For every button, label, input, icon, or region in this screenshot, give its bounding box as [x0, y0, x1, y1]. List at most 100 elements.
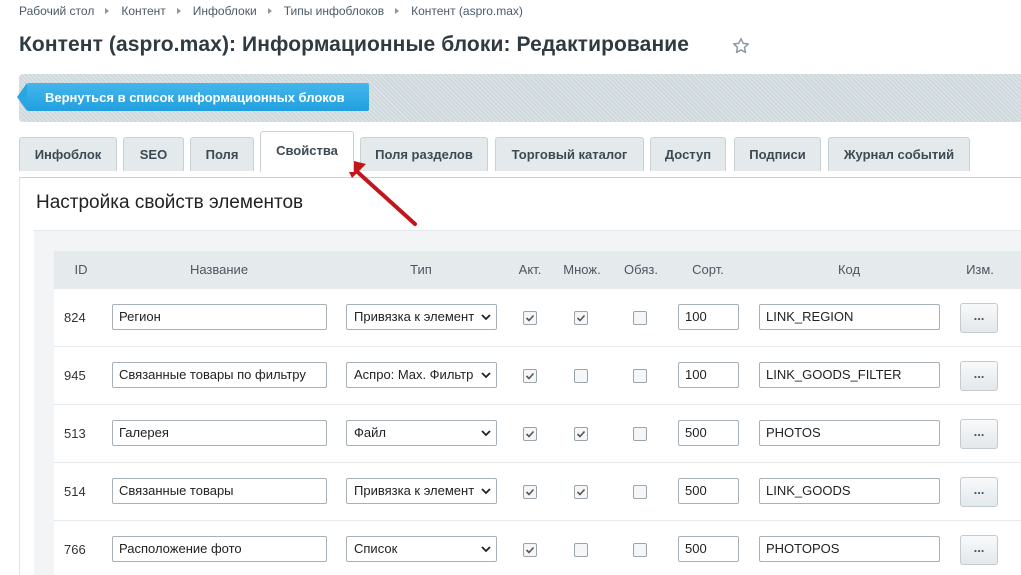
property-name-input[interactable]: Галерея	[112, 420, 327, 446]
property-type-value: Аспро: Max. Фильтр	[354, 367, 474, 382]
breadcrumb: Рабочий стол Контент Инфоблоки Типы инфо…	[19, 4, 523, 18]
breadcrumb-item-content[interactable]: Контент	[121, 4, 165, 18]
chevron-down-icon	[481, 488, 491, 495]
tab-fields[interactable]: Поля	[190, 137, 254, 171]
breadcrumb-separator-icon	[395, 8, 400, 14]
property-id: 513	[64, 426, 86, 441]
tab-access[interactable]: Доступ	[650, 137, 726, 171]
sort-input[interactable]: 500	[678, 478, 739, 504]
header-edit: Изм.	[966, 262, 994, 277]
page-title: Контент (aspro.max): Информационные блок…	[19, 33, 690, 56]
sort-input[interactable]: 500	[678, 420, 739, 446]
properties-table: ID Название Тип Акт. Множ. Обяз. Сорт. К…	[54, 251, 1021, 575]
table-row: 513 Галерея Файл 500 PHOTOS ...	[54, 405, 1021, 463]
property-type-select[interactable]: Привязка к элемент	[346, 304, 497, 330]
tab-properties[interactable]: Свойства	[260, 131, 354, 172]
chevron-down-icon	[481, 314, 491, 321]
sort-input[interactable]: 100	[678, 304, 739, 330]
property-type-select[interactable]: Файл	[346, 420, 497, 446]
property-name-input[interactable]: Связанные товары	[112, 478, 327, 504]
properties-container: ID Название Тип Акт. Множ. Обяз. Сорт. К…	[34, 230, 1021, 575]
sort-input[interactable]: 100	[678, 362, 739, 388]
breadcrumb-separator-icon	[105, 8, 110, 14]
header-required: Обяз.	[624, 262, 658, 277]
edit-property-button[interactable]: ...	[960, 361, 998, 391]
table-header: ID Название Тип Акт. Множ. Обяз. Сорт. К…	[54, 251, 1021, 289]
edit-property-button[interactable]: ...	[960, 535, 998, 565]
code-input[interactable]: LINK_GOODS_FILTER	[759, 362, 940, 388]
property-type-select[interactable]: Аспро: Max. Фильтр	[346, 362, 497, 388]
toolbar: Вернуться в список информационных блоков	[17, 74, 1021, 122]
property-type-value: Привязка к элемент	[354, 483, 475, 498]
check-icon	[576, 430, 586, 438]
active-checkbox[interactable]	[523, 311, 537, 325]
code-input[interactable]: LINK_GOODS	[759, 478, 940, 504]
check-icon	[525, 372, 535, 380]
header-active: Акт.	[518, 262, 542, 277]
required-checkbox[interactable]	[633, 427, 647, 441]
header-type: Тип	[410, 262, 432, 277]
check-icon	[576, 488, 586, 496]
header-sort: Сорт.	[692, 262, 724, 277]
active-checkbox[interactable]	[523, 369, 537, 383]
active-checkbox[interactable]	[523, 485, 537, 499]
back-to-list-button[interactable]: Вернуться в список информационных блоков	[17, 83, 369, 111]
properties-panel: Настройка свойств элементов ID Название …	[19, 177, 1021, 575]
check-icon	[525, 430, 535, 438]
code-input[interactable]: LINK_REGION	[759, 304, 940, 330]
property-name-input[interactable]: Связанные товары по фильтру	[112, 362, 327, 388]
active-checkbox[interactable]	[523, 427, 537, 441]
check-icon	[576, 314, 586, 322]
edit-property-button[interactable]: ...	[960, 303, 998, 333]
header-multiple: Множ.	[563, 262, 601, 277]
property-name-input[interactable]: Регион	[112, 304, 327, 330]
tab-event-log[interactable]: Журнал событий	[828, 137, 970, 171]
multiple-checkbox[interactable]	[574, 311, 588, 325]
breadcrumb-separator-icon	[176, 8, 181, 14]
tab-captions[interactable]: Подписи	[734, 137, 821, 171]
check-icon	[525, 546, 535, 554]
breadcrumb-item-current[interactable]: Контент (aspro.max)	[411, 4, 523, 18]
code-input[interactable]: PHOTOPOS	[759, 536, 940, 562]
multiple-checkbox[interactable]	[574, 485, 588, 499]
star-icon[interactable]	[731, 36, 751, 56]
property-type-select[interactable]: Список	[346, 536, 497, 562]
multiple-checkbox[interactable]	[574, 369, 588, 383]
table-row: 945 Связанные товары по фильтру Аспро: M…	[54, 347, 1021, 405]
breadcrumb-item-iblocks[interactable]: Инфоблоки	[193, 4, 257, 18]
property-id: 945	[64, 368, 86, 383]
header-name: Название	[189, 262, 249, 277]
property-type-value: Файл	[354, 425, 386, 440]
property-name-input[interactable]: Расположение фото	[112, 536, 327, 562]
code-input[interactable]: PHOTOS	[759, 420, 940, 446]
header-code: Код	[837, 262, 861, 277]
multiple-checkbox[interactable]	[574, 543, 588, 557]
tab-iblock[interactable]: Инфоблок	[19, 137, 117, 171]
required-checkbox[interactable]	[633, 543, 647, 557]
tab-seo[interactable]: SEO	[123, 137, 184, 171]
required-checkbox[interactable]	[633, 369, 647, 383]
property-id: 514	[64, 484, 86, 499]
property-id: 824	[64, 310, 86, 325]
multiple-checkbox[interactable]	[574, 427, 588, 441]
chevron-down-icon	[481, 430, 491, 437]
edit-property-button[interactable]: ...	[960, 477, 998, 507]
breadcrumb-item-iblock-types[interactable]: Типы инфоблоков	[284, 4, 384, 18]
breadcrumb-item-desktop[interactable]: Рабочий стол	[19, 4, 94, 18]
property-type-value: Привязка к элемент	[354, 309, 475, 324]
table-row: 824 Регион Привязка к элемент 100 LINK_R…	[54, 289, 1021, 347]
check-icon	[525, 314, 535, 322]
header-id: ID	[74, 262, 88, 277]
section-title: Настройка свойств элементов	[36, 192, 304, 213]
sort-input[interactable]: 500	[678, 536, 739, 562]
required-checkbox[interactable]	[633, 311, 647, 325]
table-row: 766 Расположение фото Список 500 PHOTOPO…	[54, 521, 1021, 575]
breadcrumb-separator-icon	[267, 8, 272, 14]
edit-property-button[interactable]: ...	[960, 419, 998, 449]
active-checkbox[interactable]	[523, 543, 537, 557]
property-type-select[interactable]: Привязка к элемент	[346, 478, 497, 504]
tab-trade-catalog[interactable]: Торговый каталог	[495, 137, 644, 171]
required-checkbox[interactable]	[633, 485, 647, 499]
check-icon	[525, 488, 535, 496]
property-type-value: Список	[354, 541, 398, 556]
